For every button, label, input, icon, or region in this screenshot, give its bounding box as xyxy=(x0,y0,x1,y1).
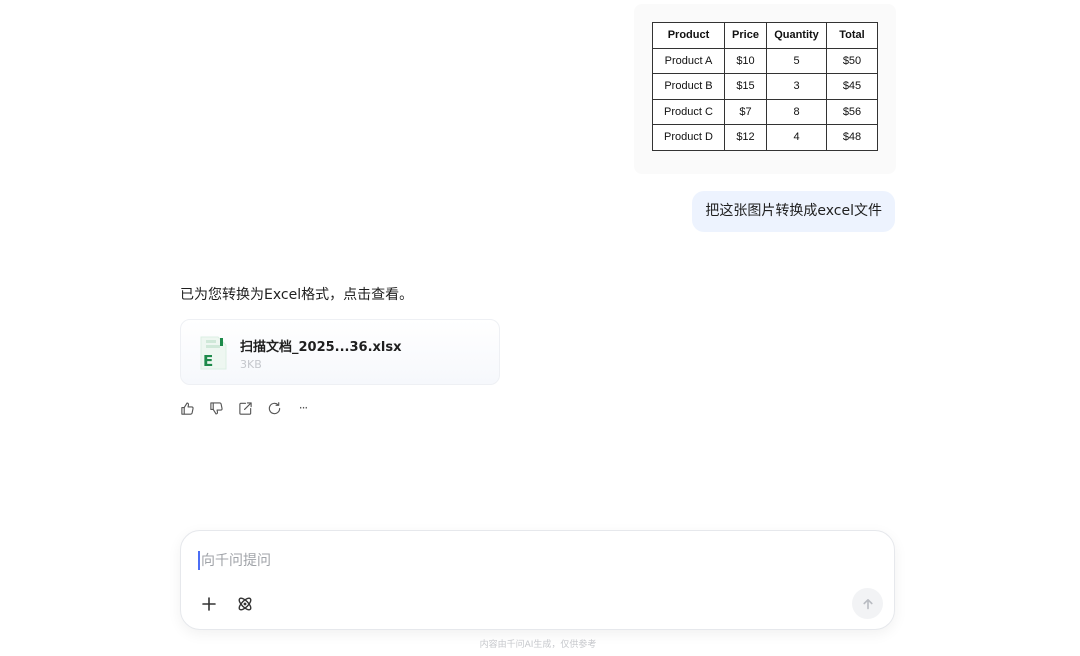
regenerate-icon[interactable] xyxy=(266,400,282,416)
table-cell: $45 xyxy=(826,73,878,100)
more-icon[interactable]: ··· xyxy=(295,400,311,416)
file-size: 3KB xyxy=(240,358,262,371)
table-cell: 3 xyxy=(766,73,827,100)
plus-icon xyxy=(202,597,216,611)
table-header-row: Product Price Quantity Total xyxy=(652,22,878,49)
table-cell: Product D xyxy=(652,124,725,151)
table-cell: Product B xyxy=(652,73,725,100)
table-cell: 8 xyxy=(766,98,827,125)
table-cell: $7 xyxy=(724,98,767,125)
table-cell: $15 xyxy=(724,73,767,100)
table-cell: $50 xyxy=(826,47,878,74)
table-cell: $12 xyxy=(724,124,767,151)
assistant-reply-text: 已为您转换为Excel格式，点击查看。 xyxy=(180,287,414,303)
table-cell: 5 xyxy=(766,47,827,74)
chat-input-box xyxy=(180,530,895,630)
uploaded-image[interactable]: Product Price Quantity Total Product A $… xyxy=(634,4,896,174)
table-cell: Product C xyxy=(652,98,725,125)
excel-file-icon: E xyxy=(198,336,228,370)
chat-page: Product Price Quantity Total Product A $… xyxy=(0,0,1080,656)
table-cell: Product A xyxy=(652,47,725,74)
table-cell: $10 xyxy=(724,47,767,74)
excel-icon-letter: E xyxy=(203,352,213,370)
send-button[interactable] xyxy=(852,588,883,619)
image-table: Product Price Quantity Total Product A $… xyxy=(652,22,878,151)
atom-icon xyxy=(238,597,252,611)
table-row: Product B $15 3 $45 xyxy=(652,73,878,100)
arrow-up-icon xyxy=(862,598,873,609)
table-cell: $48 xyxy=(826,124,878,151)
table-row: Product A $10 5 $50 xyxy=(652,47,878,74)
table-header-cell: Quantity xyxy=(766,22,827,49)
tools-button[interactable] xyxy=(235,594,255,614)
thumbs-up-icon[interactable] xyxy=(179,400,195,416)
thumbs-down-icon[interactable] xyxy=(208,400,224,416)
table-header-cell: Price xyxy=(724,22,767,49)
table-header-cell: Product xyxy=(652,22,725,49)
add-attachment-button[interactable] xyxy=(199,594,219,614)
table-cell: 4 xyxy=(766,124,827,151)
ai-disclaimer: 内容由千问AI生成，仅供参考 xyxy=(479,640,597,650)
table-cell: $56 xyxy=(826,98,878,125)
table-row: Product D $12 4 $48 xyxy=(652,124,878,151)
chat-input[interactable] xyxy=(199,545,823,577)
table-header-cell: Total xyxy=(826,22,878,49)
more-label: ··· xyxy=(298,401,309,415)
message-actions: ··· xyxy=(179,400,311,416)
share-icon[interactable] xyxy=(237,400,253,416)
file-attachment-card[interactable]: E 扫描文档_2025...36.xlsx 3KB xyxy=(180,319,500,385)
file-name: 扫描文档_2025...36.xlsx xyxy=(240,340,402,355)
user-message-bubble: 把这张图片转换成excel文件 xyxy=(692,191,895,232)
table-row: Product C $7 8 $56 xyxy=(652,98,878,125)
